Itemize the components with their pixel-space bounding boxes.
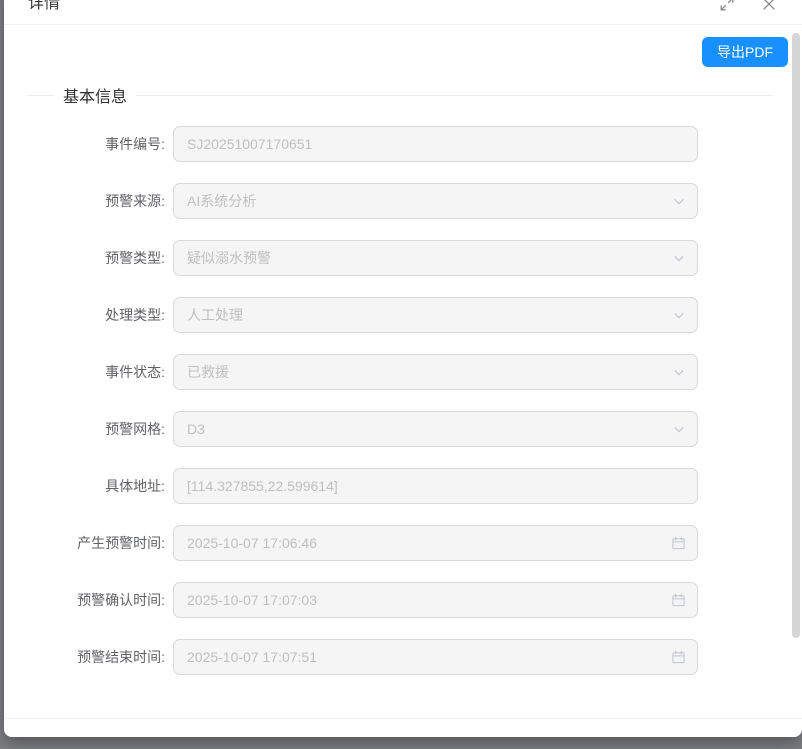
- form-row: 具体地址: [114.327855,22.599614]: [28, 468, 778, 504]
- form-row: 预警结束时间: 2025-10-07 17:07:51: [28, 639, 778, 675]
- modal-body: 导出PDF 基本信息 事件编号: SJ20251007170651: [4, 25, 802, 718]
- form-row: 预警类型: 疑似溺水预警: [28, 240, 778, 276]
- field-label: 事件编号:: [28, 134, 173, 154]
- field-value: AI系统分析: [187, 191, 256, 211]
- field-label: 预警网格:: [28, 419, 173, 439]
- select-field[interactable]: AI系统分析: [173, 183, 698, 219]
- field-value: 2025-10-07 17:07:51: [187, 649, 317, 665]
- form-row: 处理类型: 人工处理: [28, 297, 778, 333]
- chevron-down-icon: [671, 308, 686, 323]
- close-icon[interactable]: [760, 0, 778, 13]
- modal-header: 详情: [4, 0, 802, 25]
- section-title: 基本信息: [54, 83, 136, 107]
- export-pdf-button[interactable]: 导出PDF: [702, 37, 788, 67]
- form-row: 预警网格: D3: [28, 411, 778, 447]
- chevron-down-icon: [671, 422, 686, 437]
- field-value: SJ20251007170651: [187, 136, 312, 152]
- form-row: 预警来源: AI系统分析: [28, 183, 778, 219]
- chevron-down-icon: [671, 251, 686, 266]
- chevron-down-icon: [671, 365, 686, 380]
- field-value: D3: [187, 421, 205, 437]
- field-label: 预警结束时间:: [28, 647, 173, 667]
- modal-title: 详情: [28, 0, 60, 14]
- field-value: 已救援: [187, 362, 229, 382]
- text-input-field[interactable]: [114.327855,22.599614]: [173, 468, 698, 504]
- select-field[interactable]: 已救援: [173, 354, 698, 390]
- text-input-field[interactable]: SJ20251007170651: [173, 126, 698, 162]
- form-row: 事件状态: 已救援: [28, 354, 778, 390]
- field-label: 具体地址:: [28, 476, 173, 496]
- header-icons: [718, 0, 778, 13]
- select-field[interactable]: D3: [173, 411, 698, 447]
- calendar-icon: [671, 536, 686, 551]
- form-row: 事件编号: SJ20251007170651: [28, 126, 778, 162]
- date-picker-field[interactable]: 2025-10-07 17:07:51: [173, 639, 698, 675]
- field-label: 预警确认时间:: [28, 590, 173, 610]
- detail-modal: 详情 导出PDF 基本信息: [4, 0, 802, 737]
- divider-line: [136, 95, 772, 96]
- form-row: 预警确认时间: 2025-10-07 17:07:03: [28, 582, 778, 618]
- fullscreen-icon[interactable]: [718, 0, 736, 13]
- select-field[interactable]: 人工处理: [173, 297, 698, 333]
- modal-footer: [4, 718, 802, 737]
- field-value: [114.327855,22.599614]: [187, 478, 338, 494]
- field-label: 事件状态:: [28, 362, 173, 382]
- field-label: 处理类型:: [28, 305, 173, 325]
- field-value: 2025-10-07 17:06:46: [187, 535, 317, 551]
- field-value: 疑似溺水预警: [187, 248, 271, 268]
- field-label: 预警来源:: [28, 191, 173, 211]
- field-value: 人工处理: [187, 305, 243, 325]
- date-picker-field[interactable]: 2025-10-07 17:07:03: [173, 582, 698, 618]
- select-field[interactable]: 疑似溺水预警: [173, 240, 698, 276]
- form-row: 产生预警时间: 2025-10-07 17:06:46: [28, 525, 778, 561]
- basic-info-form: 事件编号: SJ20251007170651 预警来源: AI系统分析: [28, 126, 778, 675]
- scrollbar-thumb[interactable]: [792, 33, 800, 638]
- modal-backdrop: 详情 导出PDF 基本信息: [0, 0, 802, 749]
- field-label: 预警类型:: [28, 248, 173, 268]
- section-divider: 基本信息: [28, 84, 772, 106]
- field-value: 2025-10-07 17:07:03: [187, 592, 317, 608]
- divider-line: [28, 95, 54, 96]
- date-picker-field[interactable]: 2025-10-07 17:06:46: [173, 525, 698, 561]
- field-label: 产生预警时间:: [28, 533, 173, 553]
- chevron-down-icon: [671, 194, 686, 209]
- calendar-icon: [671, 650, 686, 665]
- calendar-icon: [671, 593, 686, 608]
